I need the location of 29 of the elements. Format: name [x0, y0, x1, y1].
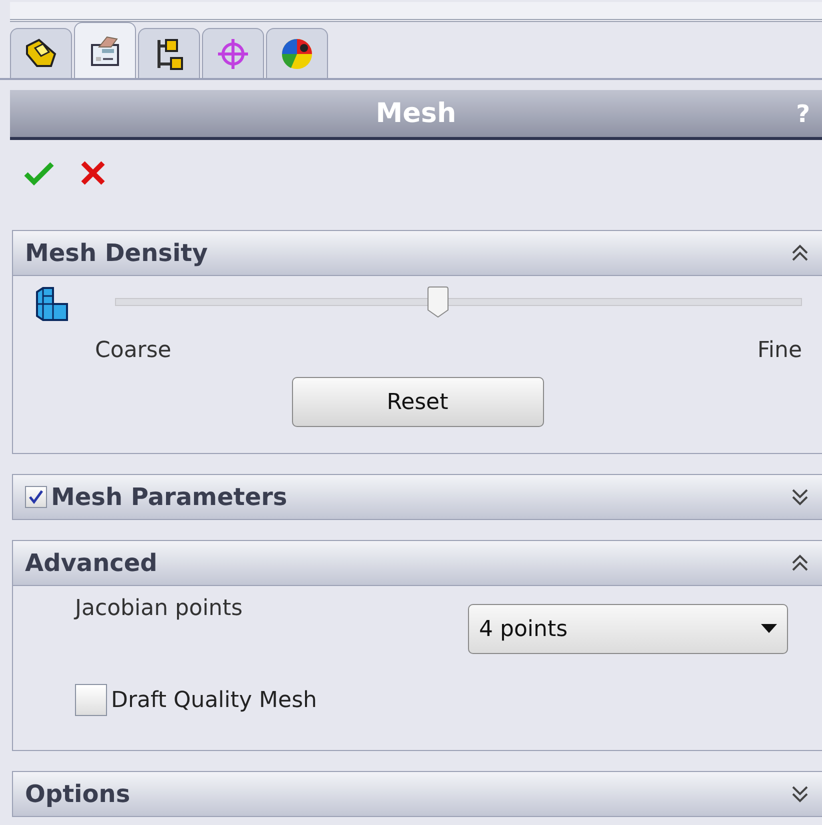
reset-button[interactable]: Reset: [292, 377, 544, 427]
density-slider[interactable]: [115, 286, 802, 320]
checkbox[interactable]: [25, 486, 47, 508]
collapse-icon[interactable]: [790, 243, 810, 263]
checkbox[interactable]: [75, 684, 107, 716]
field-label: Jacobian points: [75, 596, 244, 621]
checkbox-label: Draft Quality Mesh: [111, 688, 317, 712]
collapse-icon[interactable]: [790, 553, 810, 573]
section-header[interactable]: Mesh Density: [13, 231, 822, 275]
section-title: Options: [25, 780, 132, 808]
section-title: Mesh Parameters: [51, 483, 288, 511]
section-title: Advanced: [25, 549, 158, 577]
section-header[interactable]: Advanced: [13, 541, 822, 585]
section-title: Mesh Density: [25, 239, 209, 267]
dropdown-arrow-icon: [761, 624, 777, 634]
section-header[interactable]: Options: [13, 772, 822, 816]
mesh-icon: [33, 286, 71, 324]
slider-max-label: Fine: [757, 338, 802, 363]
expand-icon[interactable]: [790, 784, 810, 804]
slider-thumb[interactable]: [426, 286, 449, 318]
panel-tab[interactable]: [74, 22, 136, 78]
close-icon[interactable]: [80, 160, 106, 186]
panel-tab[interactable]: [10, 28, 72, 78]
slider-min-label: Coarse: [95, 338, 172, 363]
jacobian-dropdown[interactable]: 4 points: [468, 604, 788, 654]
panel-title: Mesh: [376, 98, 456, 129]
expand-icon[interactable]: [790, 487, 810, 507]
panel-tab[interactable]: [138, 28, 200, 78]
section-header[interactable]: Mesh Parameters: [13, 475, 822, 519]
